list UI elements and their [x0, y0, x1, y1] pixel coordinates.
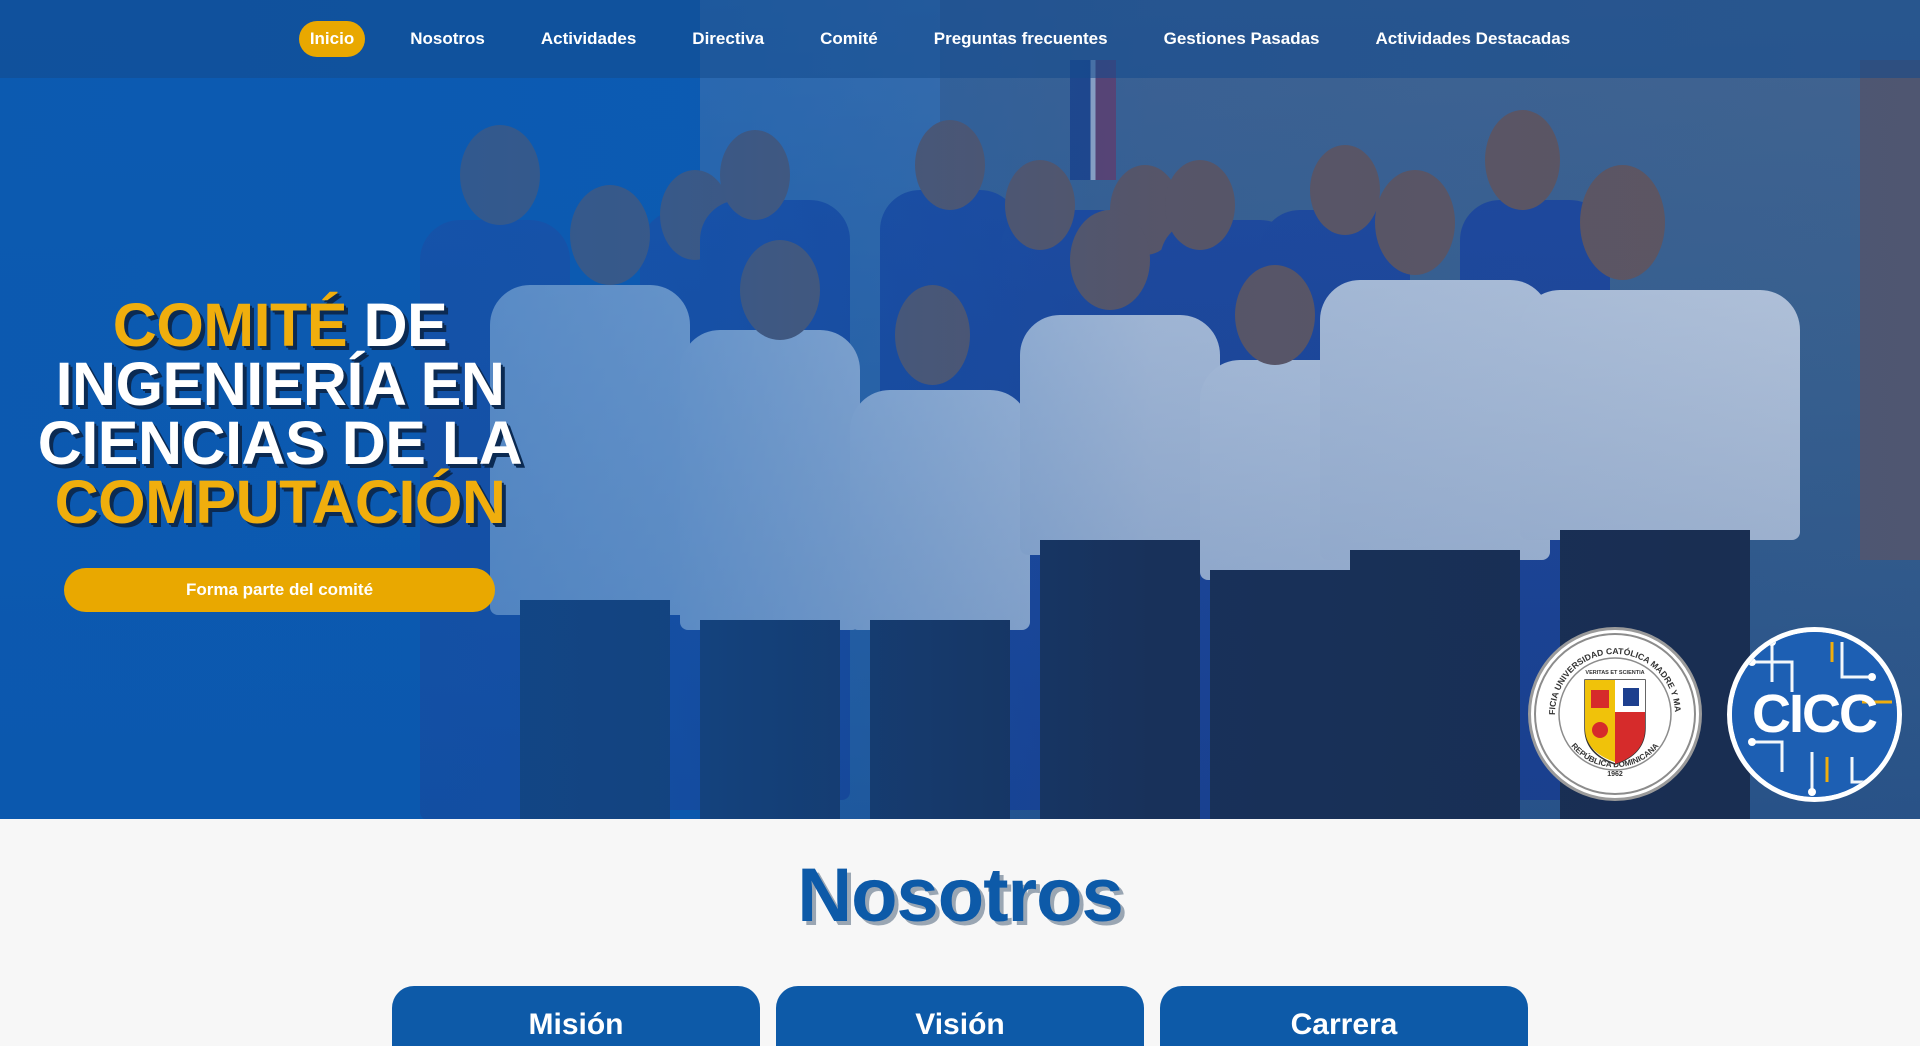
- cicc-circuit-icon: CICC: [1732, 632, 1897, 797]
- card-carrera[interactable]: Carrera: [1160, 986, 1528, 1046]
- card-vision[interactable]: Visión: [776, 986, 1144, 1046]
- hero-title-accent-2: COMPUTACIÓN: [54, 468, 506, 536]
- nav-item-directiva[interactable]: Directiva: [681, 21, 775, 57]
- nav-list: Inicio Nosotros Actividades Directiva Co…: [282, 21, 1598, 57]
- hero-title-line-3: CIENCIAS DE LA: [37, 409, 523, 477]
- university-seal-icon: PONTIFICIA UNIVERSIDAD CATÓLICA MADRE Y …: [1528, 622, 1696, 795]
- top-navigation: Inicio Nosotros Actividades Directiva Co…: [0, 0, 1920, 78]
- hero-title-line-2: INGENIERÍA EN: [55, 350, 505, 418]
- hero-title: COMITÉ DE INGENIERÍA EN CIENCIAS DE LA C…: [30, 295, 530, 533]
- university-seal-logo: PONTIFICIA UNIVERSIDAD CATÓLICA MADRE Y …: [1528, 622, 1702, 801]
- join-committee-button[interactable]: Forma parte del comité: [64, 568, 495, 612]
- nav-item-actividades[interactable]: Actividades: [530, 21, 647, 57]
- hero-title-part-1: DE: [347, 291, 448, 359]
- hero-title-accent-1: COMITÉ: [112, 291, 348, 359]
- nav-item-nosotros[interactable]: Nosotros: [399, 21, 496, 57]
- nav-item-actividades-destacadas[interactable]: Actividades Destacadas: [1365, 21, 1582, 57]
- card-mision[interactable]: Misión: [392, 986, 760, 1046]
- nav-item-preguntas-frecuentes[interactable]: Preguntas frecuentes: [923, 21, 1119, 57]
- cicc-logo-text: CICC: [1752, 684, 1877, 744]
- seal-year: 1962: [1607, 771, 1623, 778]
- cicc-logo: CICC: [1727, 627, 1902, 802]
- card-vision-label: Visión: [915, 1008, 1005, 1041]
- nosotros-section-title: Nosotros: [797, 853, 1124, 938]
- seal-motto: VERITAS ET SCIENTIA: [1585, 670, 1644, 676]
- card-mision-label: Misión: [528, 1008, 624, 1041]
- nav-item-gestiones-pasadas[interactable]: Gestiones Pasadas: [1153, 21, 1331, 57]
- card-carrera-label: Carrera: [1290, 1008, 1398, 1041]
- nav-item-inicio[interactable]: Inicio: [298, 21, 366, 57]
- nav-item-comite[interactable]: Comité: [809, 21, 889, 57]
